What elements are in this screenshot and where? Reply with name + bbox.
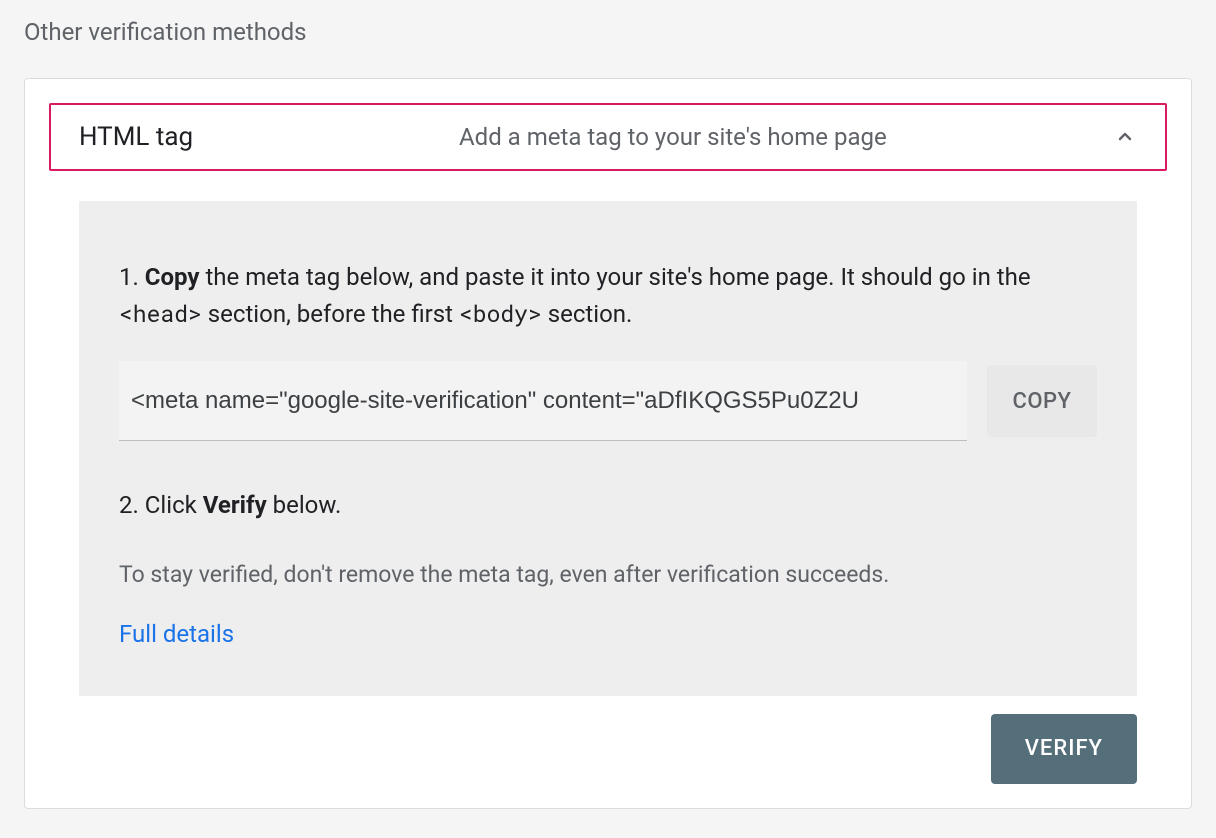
meta-tag-row: COPY	[119, 361, 1097, 441]
verification-card: HTML tag Add a meta tag to your site's h…	[24, 78, 1192, 809]
step-2-suffix: below.	[267, 491, 342, 519]
step-1-code-head: <head>	[119, 299, 202, 329]
verify-button[interactable]: VERIFY	[991, 714, 1137, 784]
meta-tag-input[interactable]	[119, 361, 967, 441]
step-1-mid2: section, before the first	[202, 300, 459, 328]
verification-note: To stay verified, don't remove the meta …	[119, 561, 1097, 588]
section-title: Other verification methods	[24, 0, 1192, 78]
step-1-prefix: 1.	[119, 263, 145, 291]
step-2-prefix: 2. Click	[119, 491, 203, 519]
step-1-bold: Copy	[145, 263, 200, 291]
method-title: HTML tag	[79, 122, 459, 152]
method-panel: 1. Copy the meta tag below, and paste it…	[79, 201, 1137, 696]
step-2: 2. Click Verify below.	[119, 487, 1097, 524]
step-1-suffix: section.	[542, 300, 633, 328]
copy-button[interactable]: COPY	[987, 365, 1097, 437]
method-subtitle: Add a meta tag to your site's home page	[459, 123, 1113, 151]
chevron-up-icon	[1113, 125, 1137, 149]
step-1-code-body: <body>	[459, 299, 542, 329]
step-1: 1. Copy the meta tag below, and paste it…	[119, 259, 1097, 333]
full-details-link[interactable]: Full details	[119, 620, 234, 648]
method-header-html-tag[interactable]: HTML tag Add a meta tag to your site's h…	[49, 103, 1167, 171]
step-2-bold: Verify	[203, 491, 267, 519]
step-1-mid1: the meta tag below, and paste it into yo…	[199, 263, 1030, 291]
